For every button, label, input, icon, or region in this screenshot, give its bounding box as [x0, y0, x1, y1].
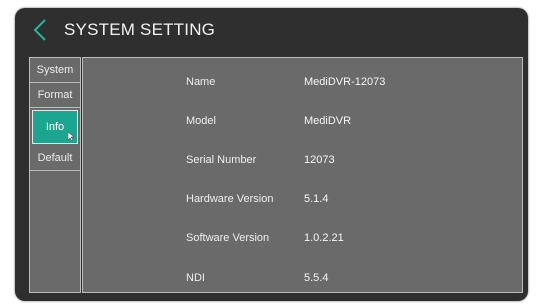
chevron-left-icon: [33, 19, 46, 41]
page-title: SYSTEM SETTING: [64, 20, 216, 39]
sidebar-item-info[interactable]: Info: [32, 110, 78, 144]
sidebar-item-system[interactable]: System: [30, 58, 80, 83]
info-value: MediDVR: [304, 115, 352, 127]
info-row-name: Name MediDVR-12073: [83, 72, 522, 92]
header-bar: SYSTEM SETTING: [15, 8, 528, 50]
info-value: 5.5.4: [304, 272, 329, 284]
sidebar-item-label: System: [36, 64, 74, 76]
info-row-software-version: Software Version 1.0.2.21: [83, 228, 522, 248]
sidebar-item-label: Info: [45, 121, 65, 133]
settings-sidebar: System Format Info Default: [29, 57, 81, 293]
sidebar-item-label: Format: [37, 89, 73, 101]
info-label: Hardware Version: [186, 193, 274, 205]
info-panel: Name MediDVR-12073 Model MediDVR Serial …: [82, 57, 523, 293]
info-row-hardware-version: Hardware Version 5.1.4: [83, 189, 522, 209]
info-label: Serial Number: [186, 154, 257, 166]
info-label: NDI: [186, 272, 205, 284]
info-label: Software Version: [186, 232, 270, 244]
info-label: Model: [186, 115, 216, 127]
sidebar-item-label: Default: [37, 152, 73, 164]
device-screen: SYSTEM SETTING System Format Info Defaul…: [15, 8, 528, 301]
info-label: Name: [186, 76, 216, 88]
info-value: 5.1.4: [304, 193, 329, 205]
sidebar-item-format[interactable]: Format: [30, 83, 80, 108]
info-value: MediDVR-12073: [304, 76, 386, 88]
info-value: 12073: [304, 154, 335, 166]
mouse-pointer-icon: [68, 132, 75, 141]
info-row-model: Model MediDVR: [83, 111, 522, 131]
info-row-ndi: NDI 5.5.4: [83, 268, 522, 288]
sidebar-item-default[interactable]: Default: [30, 146, 80, 171]
back-button[interactable]: [31, 18, 51, 42]
info-value: 1.0.2.21: [304, 232, 344, 244]
info-row-serial-number: Serial Number 12073: [83, 150, 522, 170]
